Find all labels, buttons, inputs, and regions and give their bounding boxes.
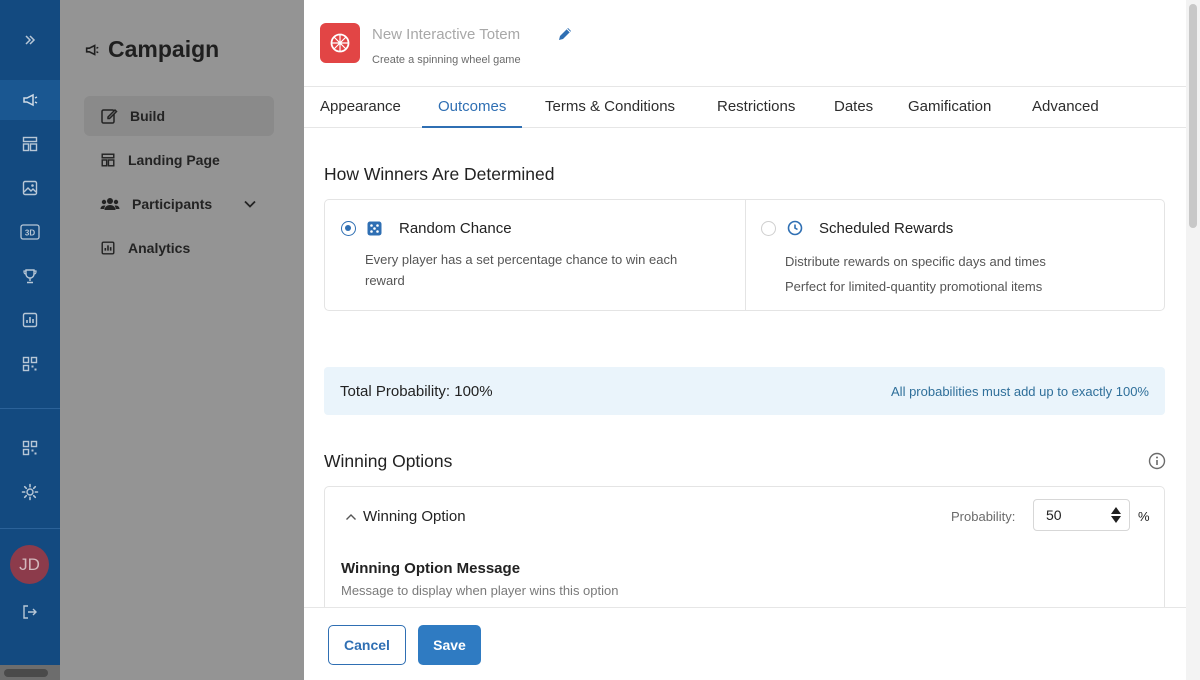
rail-divider	[0, 408, 60, 409]
trophy-icon[interactable]	[0, 256, 60, 296]
chevron-down-icon[interactable]	[244, 200, 256, 208]
wheel-logo-icon	[320, 23, 360, 63]
message-description: Message to display when player wins this…	[341, 583, 619, 598]
tab-outcomes[interactable]: Outcomes	[422, 88, 523, 128]
layout-icon[interactable]	[0, 124, 60, 164]
total-probability: Total Probability: 100%	[340, 383, 493, 400]
tab-restrictions[interactable]: Restrictions	[701, 88, 811, 128]
editor-panel: New Interactive Totem Create a spinning …	[304, 0, 1186, 680]
tab-appearance[interactable]: Appearance	[304, 88, 417, 128]
probability-summary: Total Probability: 100% All probabilitie…	[324, 367, 1165, 415]
stepper-up-icon[interactable]	[1111, 507, 1121, 514]
method-title: Scheduled Rewards	[819, 220, 954, 237]
save-button[interactable]: Save	[418, 625, 481, 665]
tab-bar: Appearance Outcomes Terms & Conditions R…	[304, 88, 1186, 128]
edit-icon	[101, 108, 118, 124]
radio-random-chance[interactable]	[341, 221, 356, 236]
percent-unit: %	[1138, 509, 1150, 524]
winning-option-title: Winning Option	[363, 508, 466, 525]
sidebar-item-label: Analytics	[128, 240, 191, 256]
image-icon[interactable]	[0, 168, 60, 208]
tab-dates[interactable]: Dates	[818, 88, 889, 128]
method-description-line: Every player has a set percentage chance…	[365, 252, 678, 267]
qr-code-icon[interactable]	[0, 428, 60, 468]
megaphone-icon[interactable]	[0, 80, 60, 120]
avatar[interactable]: JD	[10, 545, 49, 584]
info-icon[interactable]	[1148, 452, 1166, 475]
winning-option-card: Winning Option Probability: 50 % Winning…	[324, 486, 1165, 616]
megaphone-icon	[85, 43, 99, 56]
panel-footer: Cancel Save	[304, 607, 1186, 680]
gear-icon[interactable]	[0, 472, 60, 512]
svg-text:3D: 3D	[25, 229, 35, 238]
method-description: Every player has a set percentage chance…	[365, 249, 677, 291]
layout-icon	[101, 153, 115, 167]
chart-icon[interactable]	[0, 300, 60, 340]
sidebar-item-landing-page[interactable]: Landing Page	[84, 140, 274, 180]
tab-gamification[interactable]: Gamification	[892, 88, 1007, 128]
sidebar-item-label: Build	[130, 108, 165, 124]
section-heading-winners: How Winners Are Determined	[324, 164, 555, 184]
campaign-title[interactable]: New Interactive Totem	[372, 26, 520, 43]
logout-icon[interactable]	[0, 592, 60, 632]
method-option-scheduled[interactable]: Scheduled Rewards Distribute rewards on …	[746, 200, 1166, 310]
chevrons-right-icon[interactable]	[0, 20, 60, 60]
chart-icon	[101, 241, 115, 255]
winning-option-header[interactable]: Winning Option	[345, 508, 466, 525]
dice-icon	[367, 221, 382, 236]
method-description: Distribute rewards on specific days and …	[785, 249, 1046, 299]
users-icon	[100, 198, 120, 210]
clock-icon	[787, 220, 803, 236]
sidebar-item-analytics[interactable]: Analytics	[84, 228, 274, 268]
sidebar-title-text: Campaign	[108, 36, 220, 62]
radio-scheduled-rewards[interactable]	[761, 221, 776, 236]
chevron-up-icon[interactable]	[345, 513, 357, 521]
tab-terms-conditions[interactable]: Terms & Conditions	[529, 88, 691, 128]
section-heading-winning-options: Winning Options	[324, 451, 453, 471]
qr-code-icon[interactable]	[0, 344, 60, 384]
method-description-line: Perfect for limited-quantity promotional…	[785, 279, 1043, 294]
probability-label: Probability:	[951, 509, 1016, 524]
campaign-subtitle: Create a spinning wheel game	[372, 54, 521, 66]
method-title: Random Chance	[399, 220, 512, 237]
sidebar-item-label: Landing Page	[128, 152, 220, 168]
icon-rail: 3D JD	[0, 0, 60, 680]
number-stepper[interactable]	[1105, 501, 1127, 529]
panel-header: New Interactive Totem Create a spinning …	[304, 0, 1186, 87]
vertical-scrollbar-thumb[interactable]	[1189, 4, 1197, 228]
method-option-random[interactable]: Random Chance Every player has a set per…	[325, 200, 745, 310]
message-title: Winning Option Message	[341, 560, 521, 577]
stepper-down-icon[interactable]	[1111, 516, 1121, 523]
winner-method-selector: Random Chance Every player has a set per…	[324, 199, 1165, 311]
probability-note: All probabilities must add up to exactly…	[891, 384, 1149, 399]
sidebar-item-label: Participants	[132, 196, 213, 212]
method-description-line: reward	[365, 273, 405, 288]
tab-advanced[interactable]: Advanced	[1016, 88, 1115, 128]
cancel-button[interactable]: Cancel	[328, 625, 406, 665]
sidebar-item-participants[interactable]: Participants	[84, 184, 274, 224]
method-description-line: Distribute rewards on specific days and …	[785, 254, 1046, 269]
sidebar-item-build[interactable]: Build	[84, 96, 274, 136]
3d-icon[interactable]: 3D	[0, 212, 60, 252]
rail-divider	[0, 528, 60, 529]
pencil-icon[interactable]	[556, 25, 574, 48]
horizontal-scrollbar-thumb[interactable]	[4, 669, 48, 677]
sidebar-title: Campaign	[84, 36, 219, 63]
